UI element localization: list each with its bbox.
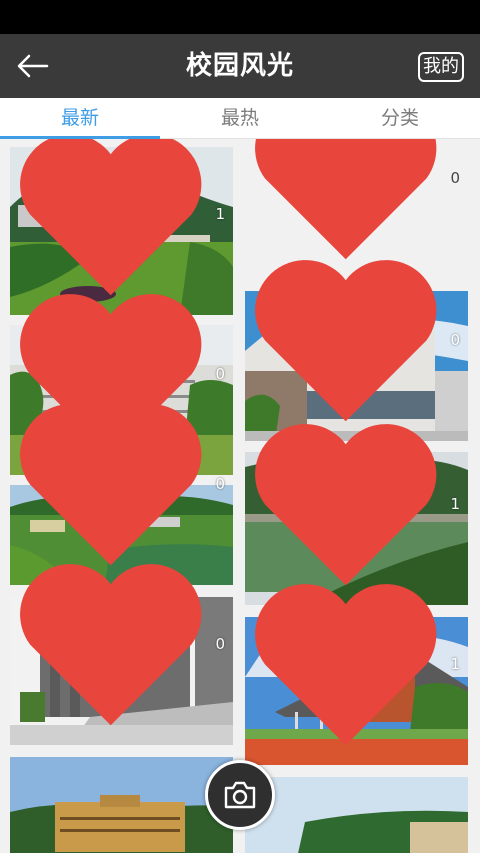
photo-card[interactable]: 0: [10, 563, 233, 745]
like-number: 0: [450, 169, 460, 188]
photo-card[interactable]: [10, 757, 233, 853]
tab-category[interactable]: 分类: [320, 98, 480, 138]
like-number: 0: [215, 475, 225, 494]
heart-icon: [255, 583, 437, 745]
mine-button[interactable]: 我的: [418, 52, 464, 82]
tab-latest[interactable]: 最新: [0, 98, 160, 139]
heart-icon: [20, 563, 202, 725]
heart-icon: [255, 259, 437, 421]
heart-icon: [20, 403, 202, 565]
like-count: 0: [245, 250, 460, 431]
like-number: 1: [450, 495, 460, 514]
photo-card[interactable]: [245, 777, 468, 853]
tab-bar: 最新 最热 分类: [0, 98, 480, 139]
like-count: 0: [10, 394, 225, 575]
page-title: 校园风光: [185, 51, 294, 81]
camera-button[interactable]: [205, 760, 275, 830]
like-count: 0: [10, 554, 225, 735]
photo-card[interactable]: 1: [245, 583, 468, 765]
like-number: 1: [450, 655, 460, 674]
like-number: 1: [215, 205, 225, 224]
app-header: 校园风光 我的: [0, 34, 480, 98]
tab-hot[interactable]: 最热: [160, 98, 320, 138]
like-count: 1: [245, 574, 460, 755]
heart-icon: [20, 139, 202, 295]
heart-icon: [255, 423, 437, 585]
like-number: 0: [450, 331, 460, 350]
like-count: 1: [245, 414, 460, 595]
photo-image: [10, 757, 233, 853]
camera-icon: [224, 781, 256, 809]
status-bar: [0, 0, 480, 34]
like-count: 1: [10, 139, 225, 305]
photo-image: [245, 777, 468, 853]
like-number: 0: [215, 365, 225, 384]
like-number: 0: [215, 635, 225, 654]
photo-grid: 1 0 0 0 0 0 1 1: [0, 139, 480, 853]
